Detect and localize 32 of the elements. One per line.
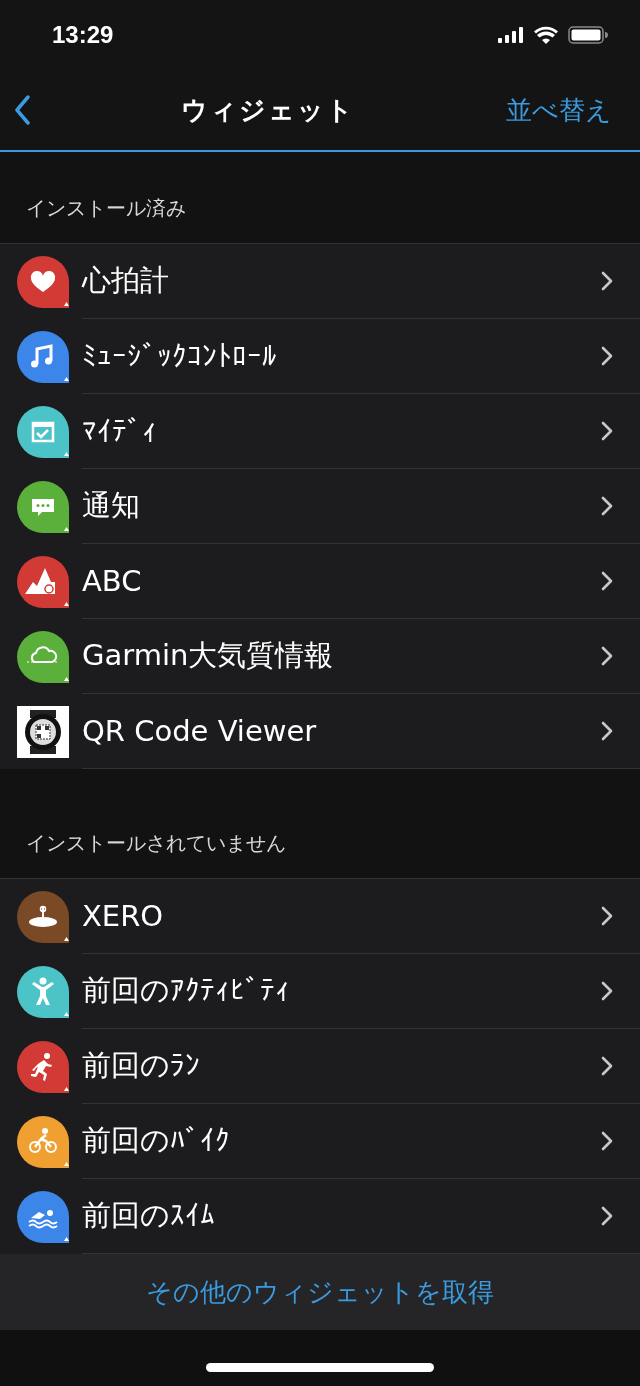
chevron-icon [601,496,613,516]
signal-icon [498,27,524,43]
sort-button[interactable]: 並べ替え [506,92,612,128]
widget-row[interactable]: QR Code Viewer [0,694,640,769]
status-time: 13:29 [52,21,114,49]
chevron-icon [601,721,613,741]
widget-row[interactable]: 前回のﾗﾝ [0,1029,640,1104]
chevron-icon [601,421,613,441]
back-button[interactable] [14,95,30,125]
chevron-icon [601,346,613,366]
widget-row[interactable]: 前回のﾊﾞｲｸ [0,1104,640,1179]
battery-icon [568,26,608,44]
chevron-icon [601,981,613,1001]
chevron-icon [601,646,613,666]
get-more-widgets-link[interactable]: その他のウィジェットを取得 [0,1254,640,1330]
widget-row[interactable]: XERO [0,879,640,954]
chevron-icon [601,571,613,591]
widget-row[interactable]: 前回のｽｲﾑ [0,1179,640,1254]
widget-row[interactable]: 心拍計 [0,244,640,319]
widget-row[interactable]: ﾏｲﾃﾞｨ [0,394,640,469]
chevron-icon [601,1056,613,1076]
widget-row[interactable]: ABC [0,544,640,619]
screen-title: ウィジェット [181,93,355,127]
wifi-icon [534,26,558,44]
widget-row[interactable]: 通知 [0,469,640,544]
widget-row[interactable]: Garmin大気質情報 [0,619,640,694]
chevron-icon [601,1206,613,1226]
widget-row[interactable]: 前回のｱｸﾃｨﾋﾞﾃｨ [0,954,640,1029]
chevron-icon [601,906,613,926]
widget-row[interactable]: ﾐｭｰｼﾞｯｸｺﾝﾄﾛｰﾙ [0,319,640,394]
chevron-icon [601,271,613,291]
chevron-icon [601,1131,613,1151]
